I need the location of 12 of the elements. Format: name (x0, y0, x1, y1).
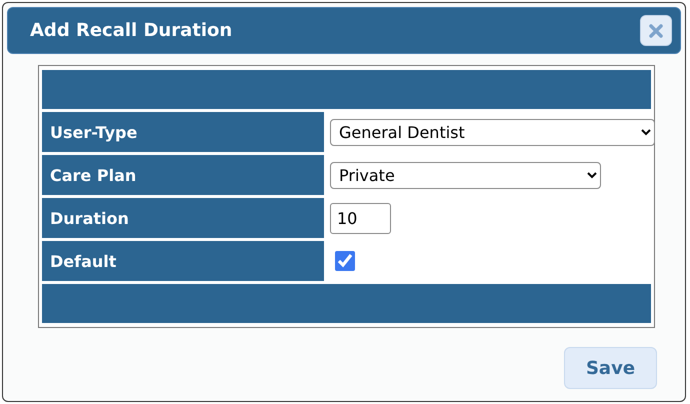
field-label: Duration (42, 198, 324, 238)
checkbox[interactable] (335, 251, 355, 271)
field-label: User-Type (42, 112, 324, 152)
close-icon (649, 24, 663, 38)
input-field[interactable]: 10 (330, 202, 391, 234)
dropdown-field[interactable]: General Dentist (330, 118, 655, 146)
dialog-title: Add Recall Duration (30, 20, 232, 41)
field-label: Care Plan (42, 155, 324, 195)
dropdown-field[interactable]: Private (330, 162, 601, 188)
field-label: Default (42, 241, 324, 281)
close-button[interactable] (640, 15, 672, 46)
save-button[interactable]: Save (564, 347, 657, 389)
